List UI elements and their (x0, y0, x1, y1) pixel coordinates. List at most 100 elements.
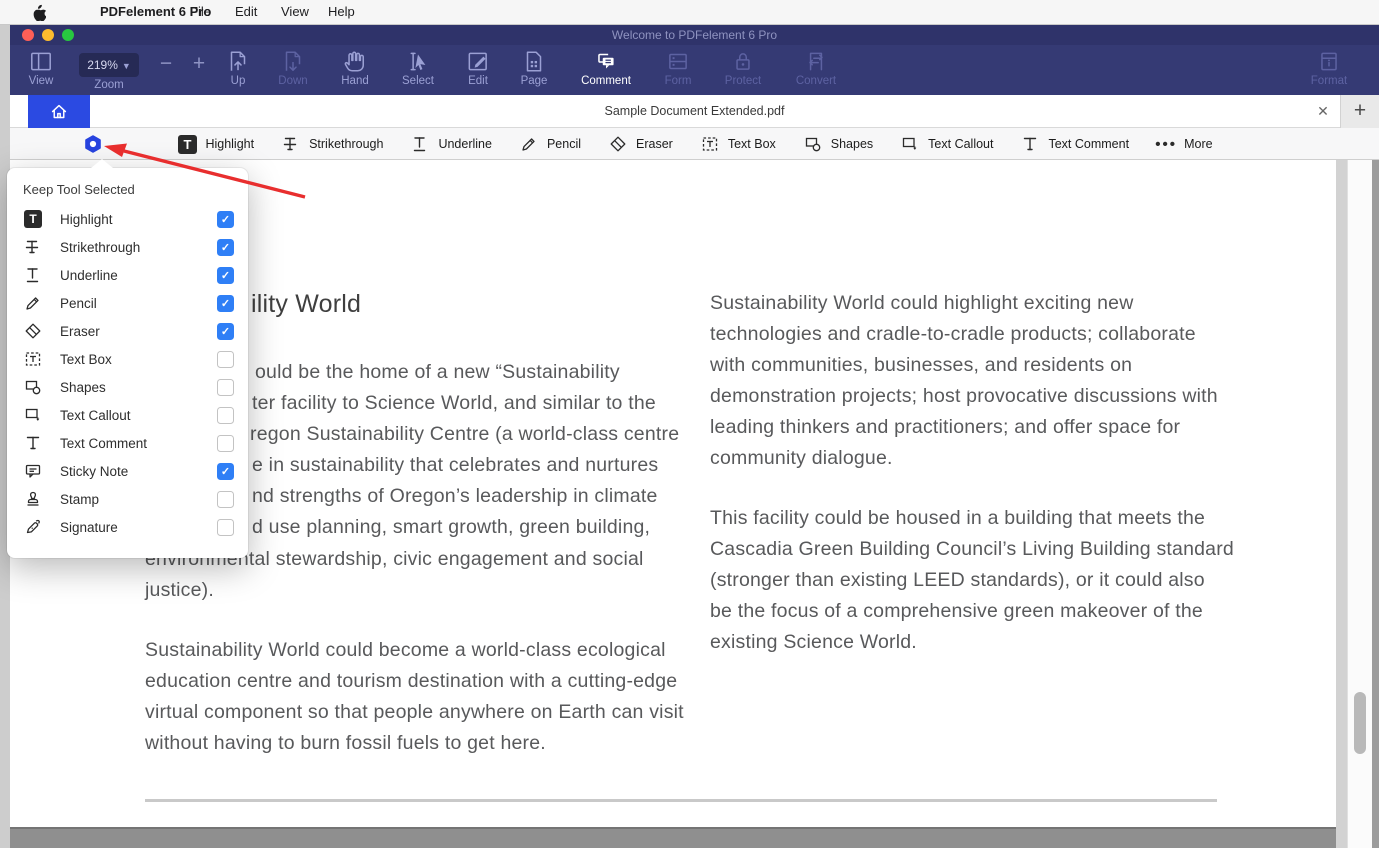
popup-row-stamp[interactable]: Stamp (7, 485, 248, 513)
doc-text-line: regon Sustainability Centre (a world-cla… (250, 423, 679, 446)
text-callout-icon (23, 405, 43, 425)
close-tab-button[interactable]: ✕ (1313, 95, 1333, 128)
text-box-tool[interactable]: Text Box (699, 133, 776, 155)
highlight-tool[interactable]: T Highlight (176, 133, 254, 155)
popup-row-underline[interactable]: Underline ✓ (7, 261, 248, 289)
popup-row-shapes[interactable]: Shapes (7, 373, 248, 401)
popup-row-sticky-note[interactable]: Sticky Note ✓ (7, 457, 248, 485)
highlight-icon: T (178, 135, 197, 154)
convert-icon (803, 48, 829, 75)
select-cursor-icon (405, 48, 431, 75)
doc-text-line: education centre and tourism destination… (145, 670, 677, 693)
doc-text-line: d use planning, smart growth, green buil… (252, 516, 650, 539)
popup-row-signature[interactable]: Signature (7, 513, 248, 541)
underline-checkbox[interactable]: ✓ (217, 267, 234, 284)
more-dots-icon: ••• (1155, 136, 1177, 153)
underline-icon (410, 134, 430, 154)
zoom-group-label: Zoom (94, 79, 123, 91)
strikethrough-icon (281, 134, 301, 154)
doc-text-line: without having to burn fossil fuels to g… (145, 732, 546, 755)
window-title: Welcome to PDFelement 6 Pro (10, 24, 1379, 45)
edit-pencil-icon (465, 48, 491, 75)
popup-row-highlight[interactable]: T Highlight ✓ (7, 205, 248, 233)
protect-mode-button[interactable]: Protect (705, 48, 781, 87)
text-box-icon (23, 349, 43, 369)
new-tab-button[interactable]: + (1340, 95, 1379, 128)
comment-mode-button[interactable]: Comment (568, 48, 644, 87)
popup-row-pencil[interactable]: Pencil ✓ (7, 289, 248, 317)
eraser-icon (23, 321, 43, 341)
menubar-item-file[interactable]: File (190, 0, 211, 24)
popup-row-text-callout[interactable]: Text Callout (7, 401, 248, 429)
vertical-scrollbar[interactable] (1347, 160, 1372, 848)
eraser-tool[interactable]: Eraser (607, 133, 673, 155)
eraser-checkbox[interactable]: ✓ (217, 323, 234, 340)
shapes-tool[interactable]: Shapes (802, 133, 873, 155)
form-icon (665, 48, 691, 75)
doc-title: ility World (251, 290, 361, 319)
zoom-level-dropdown[interactable]: 219%▼ (79, 53, 139, 77)
document-divider-rule (145, 799, 1217, 802)
page-down-icon (280, 48, 306, 75)
doc-text-line: demonstration projects; host provocative… (710, 385, 1218, 408)
text-callout-icon (900, 134, 920, 154)
sticky-note-icon (23, 461, 43, 481)
comment-toolbar: T Highlight Strikethrough Underline Penc… (10, 128, 1379, 160)
text-comment-icon (1020, 134, 1040, 154)
view-button[interactable]: View (3, 48, 79, 87)
format-info-icon (1316, 48, 1342, 75)
highlight-icon: T (24, 210, 42, 228)
text-box-checkbox[interactable] (217, 351, 234, 368)
viewer-right-gutter (1336, 160, 1347, 848)
document-tab-title[interactable]: Sample Document Extended.pdf (10, 95, 1379, 128)
text-callout-checkbox[interactable] (217, 407, 234, 424)
doc-text-line: ter facility to Science World, and simil… (252, 392, 656, 415)
doc-text-line: existing Science World. (710, 631, 917, 654)
tab-bar: Sample Document Extended.pdf ✕ + (10, 95, 1379, 128)
hand-icon (342, 48, 368, 75)
menubar-item-edit[interactable]: Edit (235, 0, 257, 24)
view-panel-icon (28, 48, 54, 75)
popup-row-text-comment[interactable]: Text Comment (7, 429, 248, 457)
lock-icon (730, 48, 756, 75)
page-grid-icon (521, 48, 547, 75)
underline-tool[interactable]: Underline (409, 133, 492, 155)
text-comment-tool[interactable]: Text Comment (1019, 133, 1129, 155)
pencil-icon (519, 134, 539, 154)
menubar-item-help[interactable]: Help (328, 0, 355, 24)
stamp-checkbox[interactable] (217, 491, 234, 508)
signature-checkbox[interactable] (217, 519, 234, 536)
signature-pen-icon (23, 517, 43, 537)
text-callout-tool[interactable]: Text Callout (899, 133, 993, 155)
zoom-out-button[interactable]: − (160, 52, 172, 76)
pencil-tool[interactable]: Pencil (518, 133, 581, 155)
menubar-item-view[interactable]: View (281, 0, 309, 24)
page-up-icon (225, 48, 251, 75)
apple-icon[interactable] (31, 4, 46, 21)
strikethrough-checkbox[interactable]: ✓ (217, 239, 234, 256)
popup-row-strikethrough[interactable]: Strikethrough ✓ (7, 233, 248, 261)
popup-caret (91, 159, 113, 168)
doc-text-line: justice). (145, 579, 214, 602)
text-comment-checkbox[interactable] (217, 435, 234, 452)
format-panel-button: Format (1291, 48, 1367, 87)
sticky-note-checkbox[interactable]: ✓ (217, 463, 234, 480)
screen: PDFelement 6 Pro File Edit View Help Wel… (0, 0, 1379, 848)
more-tools[interactable]: ••• More (1155, 133, 1212, 155)
popup-row-text-box[interactable]: Text Box (7, 345, 248, 373)
page-mode-button[interactable]: Page (496, 48, 572, 87)
main-toolbar: View 219%▼ Zoom − + Up Down Hand (10, 45, 1379, 95)
shapes-icon (23, 377, 43, 397)
strikethrough-tool[interactable]: Strikethrough (280, 133, 383, 155)
pencil-checkbox[interactable]: ✓ (217, 295, 234, 312)
shapes-checkbox[interactable] (217, 379, 234, 396)
scrollbar-thumb[interactable] (1354, 692, 1366, 754)
popup-row-eraser[interactable]: Eraser ✓ (7, 317, 248, 345)
popup-title: Keep Tool Selected (7, 180, 248, 205)
menu-bar: PDFelement 6 Pro File Edit View Help (0, 0, 1379, 25)
convert-mode-button[interactable]: Convert (778, 48, 854, 87)
doc-text-line: Sustainability World could become a worl… (145, 639, 666, 662)
underline-icon (23, 265, 43, 285)
zoom-level-value: 219% (87, 58, 118, 72)
highlight-checkbox[interactable]: ✓ (217, 211, 234, 228)
